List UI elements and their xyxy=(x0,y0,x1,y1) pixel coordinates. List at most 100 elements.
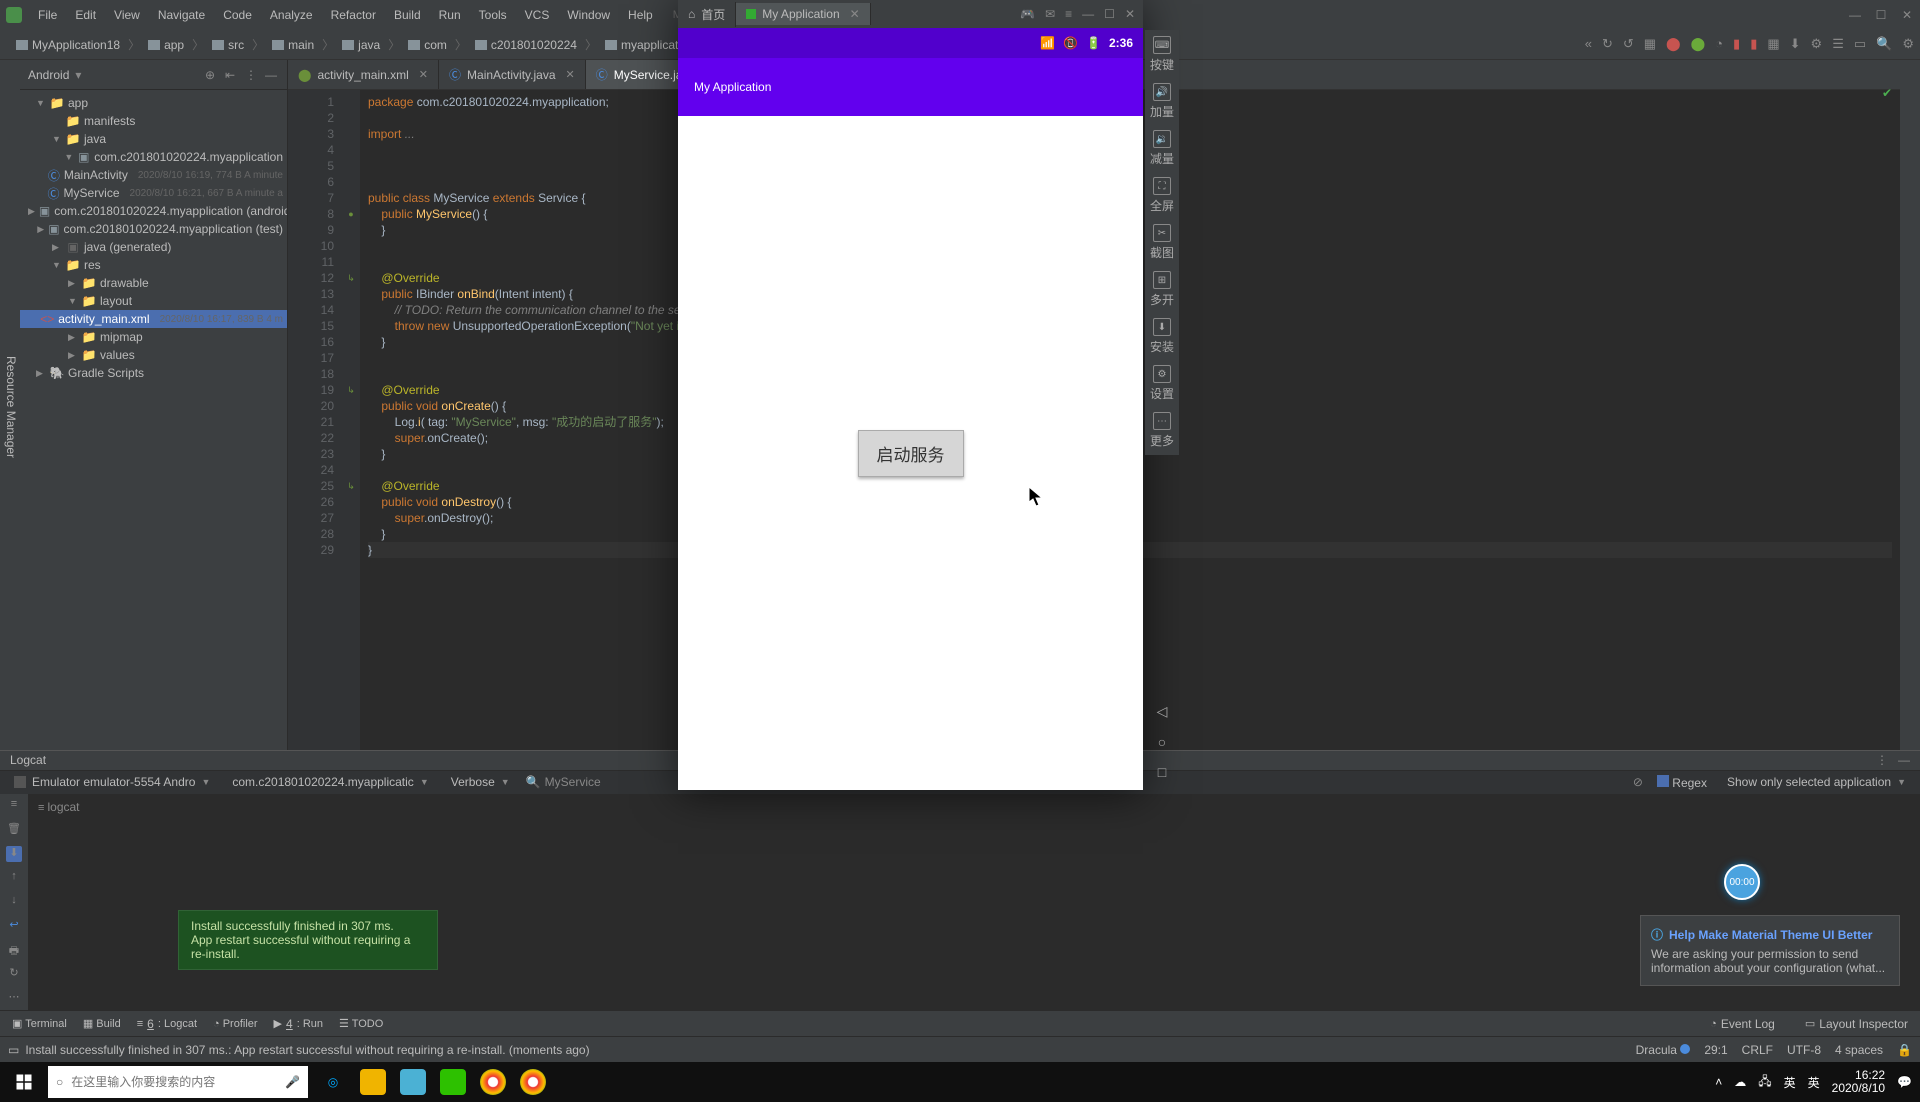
tree-item[interactable]: ▼📁java xyxy=(20,130,287,148)
lock-icon[interactable]: 🔒 xyxy=(1897,1043,1912,1057)
start-button[interactable] xyxy=(0,1062,48,1102)
tree-item[interactable]: ▼▣com.c201801020224.myapplication xyxy=(20,148,287,166)
emu-side-item[interactable]: 🔉减量 xyxy=(1150,130,1174,167)
tray-cloud-icon[interactable]: ☁ xyxy=(1734,1075,1746,1089)
emulator-icon[interactable]: ▭ xyxy=(1854,36,1866,52)
tree-item[interactable]: ▶📁values xyxy=(20,346,287,364)
emulator-app-tab[interactable]: My Application✕ xyxy=(736,3,870,25)
settings-icon[interactable]: ⚙ xyxy=(1902,36,1914,52)
menu-icon[interactable]: ≡ xyxy=(1065,7,1072,21)
avd-icon[interactable]: ▦ xyxy=(1767,36,1779,52)
menu-help[interactable]: Help xyxy=(620,4,661,26)
tree-item[interactable]: ▼📁app xyxy=(20,94,287,112)
run-icon[interactable]: ▮ xyxy=(1733,36,1740,52)
editor-tab[interactable]: ⒸMainActivity.java✕ xyxy=(439,60,586,89)
breadcrumb-item[interactable]: app xyxy=(142,36,190,54)
encoding[interactable]: UTF-8 xyxy=(1787,1043,1821,1057)
recording-timer[interactable]: 00:00 xyxy=(1724,864,1760,900)
start-service-button[interactable]: 启动服务 xyxy=(858,430,964,477)
tree-item[interactable]: ▶▣com.c201801020224.myapplication (andro… xyxy=(20,202,287,220)
logcat-output[interactable]: ≡ logcat Install successfully finished i… xyxy=(28,794,1920,1010)
menu-code[interactable]: Code xyxy=(215,4,260,26)
ime-indicator2[interactable]: 英 xyxy=(1808,1074,1820,1091)
theme-indicator[interactable]: Dracula xyxy=(1636,1043,1691,1057)
scroll-icon[interactable]: ⬇ xyxy=(6,846,22,862)
emu-minimize-icon[interactable]: — xyxy=(1082,7,1094,21)
emu-side-item[interactable]: ✂截图 xyxy=(1150,224,1174,261)
cortana-icon[interactable]: ◎ xyxy=(316,1065,350,1099)
hide-icon[interactable]: — xyxy=(265,68,279,82)
emu-side-item[interactable]: ⛶全屏 xyxy=(1150,177,1174,214)
stop-icon[interactable]: ⬤ xyxy=(1666,36,1681,52)
tree-item[interactable]: 📁manifests xyxy=(20,112,287,130)
more-icon[interactable]: ⋯ xyxy=(6,990,22,1006)
project-tree[interactable]: ▼📁app📁manifests▼📁java▼▣com.c201801020224… xyxy=(20,90,287,386)
emu-close-icon[interactable]: ✕ xyxy=(1125,7,1135,21)
tree-item[interactable]: ▼📁res xyxy=(20,256,287,274)
sdk-icon[interactable]: ⬇ xyxy=(1790,36,1801,52)
logcat-tab-icon[interactable]: ≡ xyxy=(6,798,22,814)
regex-checkbox[interactable]: Regex xyxy=(1657,775,1707,790)
wechat-icon[interactable] xyxy=(436,1065,470,1099)
menu-refactor[interactable]: Refactor xyxy=(323,4,384,26)
android-view-label[interactable]: Android xyxy=(28,68,69,82)
bottom-tab[interactable]: ▦ Build xyxy=(75,1015,129,1033)
menu-analyze[interactable]: Analyze xyxy=(262,4,321,26)
maximize-button[interactable]: ☐ xyxy=(1874,8,1888,22)
breadcrumb-item[interactable]: java xyxy=(336,36,386,54)
back-icon[interactable]: « xyxy=(1585,36,1592,52)
event-log-tab[interactable]: ◔ Event Log xyxy=(1702,1015,1783,1033)
menu-run[interactable]: Run xyxy=(431,4,469,26)
down-icon[interactable]: ↓ xyxy=(6,894,22,910)
menu-edit[interactable]: Edit xyxy=(67,4,104,26)
emulator-home-tab[interactable]: ⌂首页 xyxy=(678,2,736,27)
profile-icon[interactable]: ◔ xyxy=(1715,36,1723,52)
resource-manager-tab[interactable]: Resource Manager xyxy=(2,350,20,464)
emu-maximize-icon[interactable]: ☐ xyxy=(1104,7,1115,21)
emu-side-item[interactable]: ⋯更多 xyxy=(1150,412,1174,449)
tree-item[interactable]: ⒸMyService2020/8/10 16:21, 667 B A minut… xyxy=(20,184,287,202)
ide-notification[interactable]: ⓘHelp Make Material Theme UI Better We a… xyxy=(1640,915,1900,986)
line-ending[interactable]: CRLF xyxy=(1742,1043,1773,1057)
filter-dropdown[interactable]: Show only selected application▼ xyxy=(1721,773,1912,791)
tree-item[interactable]: ▶▣com.c201801020224.myapplication (test) xyxy=(20,220,287,238)
menu-navigate[interactable]: Navigate xyxy=(150,4,213,26)
notifications-icon[interactable]: 💬 xyxy=(1897,1075,1912,1089)
breadcrumb-item[interactable]: com xyxy=(402,36,453,54)
breadcrumb-item[interactable]: src xyxy=(206,36,250,54)
gamepad-icon[interactable]: 🎮 xyxy=(1020,7,1035,21)
bottom-tab[interactable]: ▣ Terminal xyxy=(4,1015,75,1033)
menu-window[interactable]: Window xyxy=(559,4,618,26)
emu-side-item[interactable]: ⌨按键 xyxy=(1150,36,1174,73)
clear-icon[interactable]: 🗑 xyxy=(6,822,22,838)
mail-icon[interactable]: ✉ xyxy=(1045,7,1055,21)
process-dropdown[interactable]: com.c201801020224.myapplicatic▼ xyxy=(226,773,434,791)
menu-vcs[interactable]: VCS xyxy=(517,4,558,26)
tree-item[interactable]: ▶🐘Gradle Scripts xyxy=(20,364,287,382)
tree-item[interactable]: ▼📁layout xyxy=(20,292,287,310)
search-input[interactable] xyxy=(71,1075,277,1089)
mic-icon[interactable]: 🎤 xyxy=(285,1075,300,1089)
bottom-tab[interactable]: ≡ 6: Logcat xyxy=(129,1015,205,1033)
taskbar-search[interactable]: ○ 🎤 xyxy=(48,1066,308,1098)
back-nav-icon[interactable]: ◁ xyxy=(1157,703,1168,720)
tree-item[interactable]: ▶📁mipmap xyxy=(20,328,287,346)
caret-position[interactable]: 29:1 xyxy=(1704,1043,1727,1057)
indent[interactable]: 4 spaces xyxy=(1835,1043,1883,1057)
print-icon[interactable]: 🖶 xyxy=(6,942,22,958)
ime-indicator[interactable]: 英 xyxy=(1784,1074,1796,1091)
chrome2-icon[interactable] xyxy=(516,1065,550,1099)
device-screen[interactable]: 📶 📵 🔋 2:36 My Application 启动服务 xyxy=(678,28,1143,790)
logcat-gear-icon[interactable]: ⋮ xyxy=(1876,753,1888,767)
logcat-hide-icon[interactable]: — xyxy=(1898,753,1910,767)
tray-net-icon[interactable]: 🖧 xyxy=(1758,1072,1771,1093)
emu-side-item[interactable]: ⬇安装 xyxy=(1150,318,1174,355)
tree-item[interactable]: ▶📁drawable xyxy=(20,274,287,292)
tree-item[interactable]: ▶▣java (generated) xyxy=(20,238,287,256)
level-dropdown[interactable]: Verbose▼ xyxy=(445,773,516,791)
close-tab-icon[interactable]: ✕ xyxy=(419,68,428,81)
build-icon[interactable]: ▦ xyxy=(1644,36,1656,52)
reimport-icon[interactable]: ↻ xyxy=(1602,36,1613,52)
collapse-icon[interactable]: ⇤ xyxy=(225,68,239,82)
wrap-icon[interactable]: ↩ xyxy=(6,918,22,934)
